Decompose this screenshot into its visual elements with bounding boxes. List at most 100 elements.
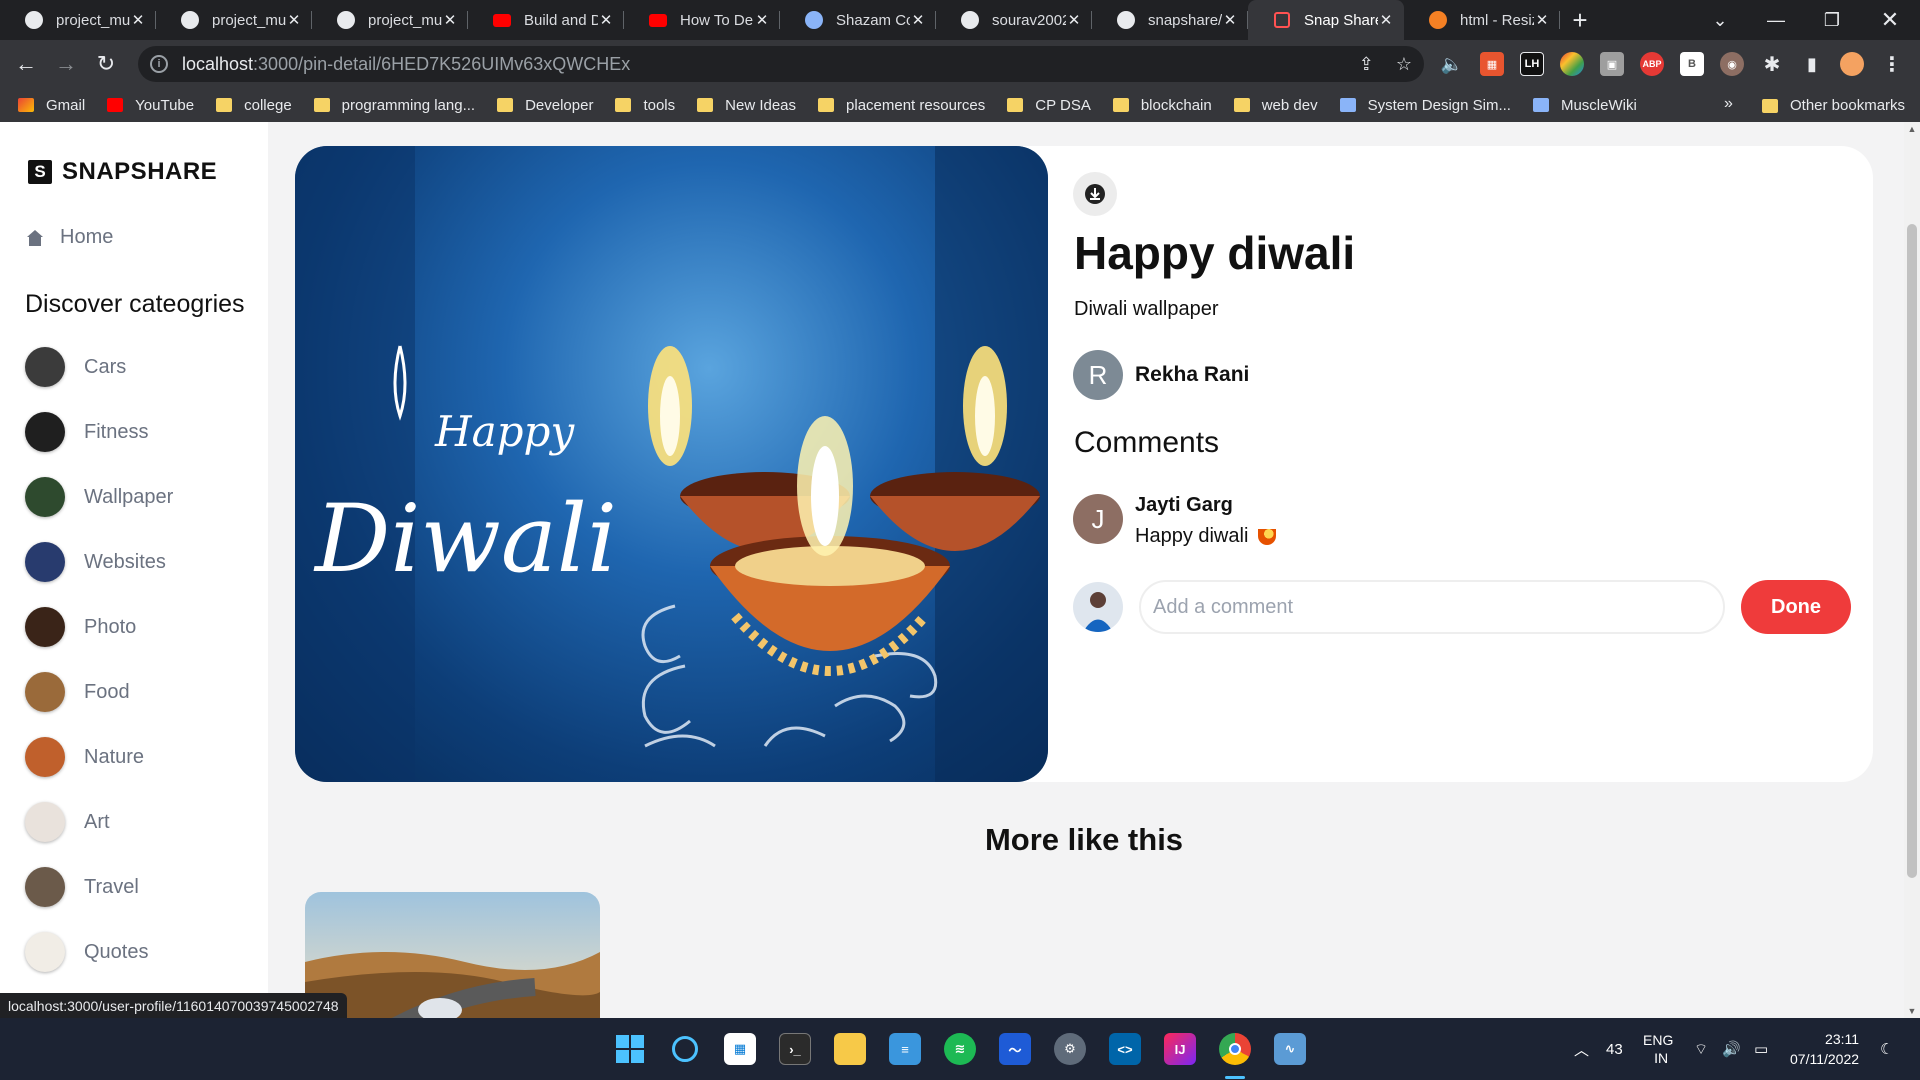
page-scrollbar[interactable]: ▲ ▼ xyxy=(1904,122,1920,1018)
bookmark-item[interactable]: MuscleWiki xyxy=(1532,97,1637,114)
bookmark-item[interactable]: blockchain xyxy=(1112,97,1212,114)
address-bar[interactable]: i localhost:3000/pin-detail/6HED7K526UIM… xyxy=(138,46,1424,82)
browser-tab[interactable]: Shazam Cor✕ xyxy=(780,0,936,40)
minimize-button[interactable]: — xyxy=(1748,0,1804,40)
notification-icon[interactable]: ☾ xyxy=(1880,1018,1893,1080)
tab-close-icon[interactable]: ✕ xyxy=(1066,11,1082,29)
whiteboard-icon[interactable]: 〜 xyxy=(999,1033,1031,1065)
share-icon[interactable]: ⇪ xyxy=(1359,54,1374,75)
bookmark-item[interactable]: web dev xyxy=(1233,97,1318,114)
add-comment-input[interactable] xyxy=(1139,580,1725,634)
chrome-taskbar-icon[interactable] xyxy=(1219,1033,1251,1065)
browser-tab[interactable]: project_mu ✕ xyxy=(0,0,156,40)
vscode-icon[interactable]: <> xyxy=(1109,1033,1141,1065)
snapshare-logo[interactable]: S SNAPSHARE xyxy=(28,158,217,186)
category-quotes[interactable]: Quotes xyxy=(25,932,148,972)
category-photo[interactable]: Photo xyxy=(25,607,136,647)
windows-start-icon[interactable] xyxy=(614,1033,646,1065)
file-explorer-icon[interactable] xyxy=(834,1033,866,1065)
notepad-icon[interactable]: ≡ xyxy=(889,1033,921,1065)
scrollbar-thumb[interactable] xyxy=(1907,224,1917,878)
maximize-button[interactable]: ❐ xyxy=(1804,0,1860,40)
profile-avatar[interactable] xyxy=(1840,52,1864,76)
browser-tab[interactable]: Build and D ✕ xyxy=(468,0,624,40)
bookmarks-overflow-button[interactable]: » xyxy=(1724,95,1733,113)
category-cars[interactable]: Cars xyxy=(25,347,126,387)
bookmark-item[interactable]: Gmail xyxy=(18,97,85,114)
tray-overflow-icon[interactable]: ︿ xyxy=(1574,1018,1589,1080)
site-info-icon[interactable]: i xyxy=(150,55,168,73)
speaker-extension-icon[interactable]: 🔈 xyxy=(1440,52,1464,76)
forward-button[interactable]: → xyxy=(46,44,86,84)
bookmark-item[interactable]: New Ideas xyxy=(697,97,796,114)
bookmark-item[interactable]: tools xyxy=(615,97,675,114)
current-user-avatar[interactable] xyxy=(1073,582,1123,632)
pin-image[interactable]: Happy Diwali xyxy=(295,146,1048,782)
pin-author[interactable]: R Rekha Rani xyxy=(1073,350,1249,400)
done-button[interactable]: Done xyxy=(1741,580,1851,634)
tab-close-icon[interactable]: ✕ xyxy=(442,11,458,29)
bookmark-item[interactable]: System Design Sim... xyxy=(1339,97,1511,114)
category-nature[interactable]: Nature xyxy=(25,737,144,777)
commenter-name[interactable]: Jayti Garg xyxy=(1135,494,1276,517)
bookmark-item[interactable]: YouTube xyxy=(107,97,194,114)
resource-monitor-icon[interactable]: ∿ xyxy=(1274,1033,1306,1065)
tab-search-icon[interactable]: ⌄ xyxy=(1692,0,1748,40)
tab-close-icon[interactable]: ✕ xyxy=(130,11,146,29)
chrome-menu-icon[interactable]: ⋮ xyxy=(1880,52,1904,76)
lighthouse-extension-icon[interactable]: LH xyxy=(1520,52,1544,76)
bookmark-item[interactable]: programming lang... xyxy=(313,97,475,114)
commenter-avatar[interactable]: J xyxy=(1073,494,1123,544)
intellij-icon[interactable]: IJ xyxy=(1164,1033,1196,1065)
bookmark-item[interactable]: CP DSA xyxy=(1007,97,1091,114)
category-wallpaper[interactable]: Wallpaper xyxy=(25,477,173,517)
language-indicator[interactable]: ENG IN xyxy=(1643,1018,1673,1080)
spotify-icon[interactable]: ≋ xyxy=(944,1033,976,1065)
tab-close-icon[interactable]: ✕ xyxy=(1534,11,1550,29)
reload-button[interactable]: ↻ xyxy=(86,44,126,84)
close-window-button[interactable]: ✕ xyxy=(1862,0,1918,40)
category-travel[interactable]: Travel xyxy=(25,867,139,907)
tab-close-icon[interactable]: ✕ xyxy=(1222,11,1238,29)
category-fitness[interactable]: Fitness xyxy=(25,412,148,452)
browser-tab[interactable]: snapshare/f ✕ xyxy=(1092,0,1248,40)
tab-close-icon[interactable]: ✕ xyxy=(286,11,302,29)
new-tab-button[interactable]: + xyxy=(1560,0,1600,40)
microsoft-store-icon[interactable]: ▦ xyxy=(724,1033,756,1065)
wifi-icon[interactable]: ⌔ xyxy=(1694,1018,1708,1080)
browser-tab[interactable]: sourav2002 ✕ xyxy=(936,0,1092,40)
extension-icon[interactable]: ▦ xyxy=(1480,52,1504,76)
settings-gear-icon[interactable]: ⚙ xyxy=(1054,1033,1086,1065)
browser-tab[interactable]: Snap Share ✕ xyxy=(1248,0,1404,40)
side-panel-icon[interactable]: ▮ xyxy=(1800,52,1824,76)
category-websites[interactable]: Websites xyxy=(25,542,166,582)
volume-icon[interactable]: 🔊 xyxy=(1722,1018,1741,1080)
terminal-icon[interactable]: ›_ xyxy=(779,1033,811,1065)
back-button[interactable]: ← xyxy=(6,44,46,84)
browser-tab[interactable]: project_mu ✕ xyxy=(156,0,312,40)
tab-close-icon[interactable]: ✕ xyxy=(1378,11,1394,29)
other-bookmarks-folder[interactable]: Other bookmarks xyxy=(1762,97,1905,114)
bookmark-item[interactable]: college xyxy=(216,97,292,114)
bookmark-item[interactable]: placement resources xyxy=(818,97,985,114)
bookmark-item[interactable]: Developer xyxy=(497,97,593,114)
sidebar-home-link[interactable]: Home xyxy=(26,226,113,249)
bookmark-star-icon[interactable]: ☆ xyxy=(1396,54,1412,75)
b-extension-icon[interactable]: B xyxy=(1680,52,1704,76)
browser-tab[interactable]: How To Dep ✕ xyxy=(624,0,780,40)
download-button[interactable] xyxy=(1073,172,1117,216)
scroll-down-arrow[interactable]: ▼ xyxy=(1904,1006,1920,1016)
clock[interactable]: 23:11 07/11/2022 xyxy=(1790,1018,1859,1080)
tab-close-icon[interactable]: ✕ xyxy=(910,11,926,29)
extension-icon[interactable]: ▣ xyxy=(1600,52,1624,76)
owl-extension-icon[interactable]: ◉ xyxy=(1720,52,1744,76)
battery-icon[interactable]: ▭ xyxy=(1754,1018,1768,1080)
browser-tab[interactable]: project_mu ✕ xyxy=(312,0,468,40)
scroll-up-arrow[interactable]: ▲ xyxy=(1904,124,1920,134)
color-extension-icon[interactable] xyxy=(1560,52,1584,76)
related-pin-thumbnail[interactable] xyxy=(305,892,600,1018)
cortana-icon[interactable] xyxy=(669,1033,701,1065)
category-food[interactable]: Food xyxy=(25,672,130,712)
tab-close-icon[interactable]: ✕ xyxy=(754,11,770,29)
adblock-extension-icon[interactable]: ABP xyxy=(1640,52,1664,76)
